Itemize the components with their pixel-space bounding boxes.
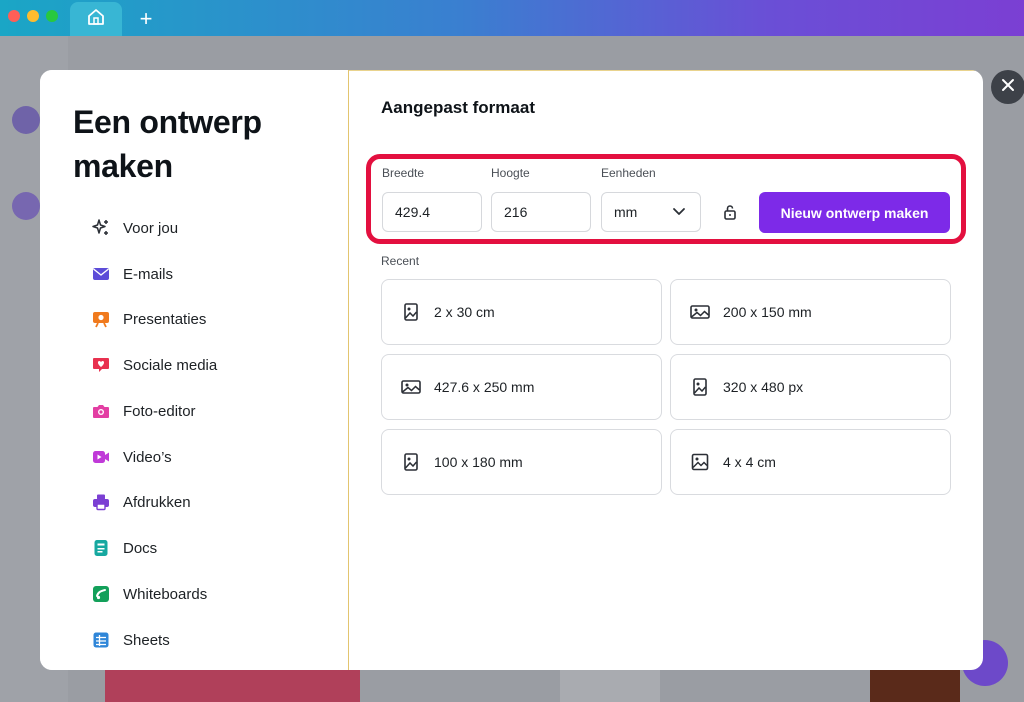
height-input[interactable]: 216 [491,192,591,232]
nav-item-sociale-media[interactable]: Sociale media [90,350,290,380]
whiteboard-icon [90,583,112,605]
background-thumbnail [560,666,660,702]
recent-label: Recent [381,254,420,268]
landscape-image-icon [689,301,711,323]
recent-size-label: 4 x 4 cm [723,454,776,470]
nav-item-videos[interactable]: Video’s [90,442,290,472]
nav-label: Afdrukken [123,493,191,511]
video-icon [90,446,112,468]
close-window-button[interactable] [8,10,20,22]
width-label: Breedte [382,166,425,180]
close-icon [1001,78,1015,97]
landscape-image-icon [400,376,422,398]
background-avatar [12,106,40,134]
nav-item-sheets[interactable]: Sheets [90,625,290,655]
modal-title: Een ontwerp maken [73,104,262,184]
nav-label: Voor jou [123,219,179,237]
recent-size-label: 100 x 180 mm [434,454,523,470]
sparkles-icon [90,217,112,239]
square-image-icon [689,451,711,473]
minimize-window-button[interactable] [27,10,39,22]
presentation-icon [90,308,112,330]
recent-size-card[interactable]: 427.6 x 250 mm [381,354,662,420]
nav-item-presentaties[interactable]: Presentaties [90,304,290,334]
nav-item-docs[interactable]: Docs [90,533,290,563]
nav-label: Sheets [123,631,170,649]
recent-size-label: 200 x 150 mm [723,304,812,320]
tab-home[interactable] [70,2,122,36]
custom-size-panel: Aangepast formaat Breedte Hoogte Eenhede… [349,70,983,670]
window-titlebar: + [0,0,1024,36]
nav-item-e-mails[interactable]: E-mails [90,259,290,289]
recent-size-label: 427.6 x 250 mm [434,379,535,395]
create-design-button[interactable]: Nieuw ontwerp maken [759,192,950,233]
new-tab-button[interactable]: + [132,5,160,33]
recent-size-card[interactable]: 320 x 480 px [670,354,951,420]
background-thumbnail [105,666,360,702]
nav-item-whiteboards[interactable]: Whiteboards [90,579,290,609]
portrait-image-icon [400,451,422,473]
recent-size-card[interactable]: 4 x 4 cm [670,429,951,495]
mail-icon [90,263,112,285]
nav-label: Presentaties [123,310,207,328]
recent-size-label: 2 x 30 cm [434,304,495,320]
nav-item-foto-editor[interactable]: Foto-editor [90,396,290,426]
portrait-image-icon [689,376,711,398]
recent-size-label: 320 x 480 px [723,379,804,395]
recent-size-card[interactable]: 100 x 180 mm [381,429,662,495]
heart-message-icon [90,354,112,376]
nav-item-voor-jou[interactable]: Voor jou [90,213,290,243]
nav-label: Whiteboards [123,585,208,603]
chevron-down-icon [672,204,686,221]
nav-label: Docs [123,539,158,557]
unlock-icon[interactable] [720,202,740,222]
modal-sidebar: Een ontwerp maken Voor jou E-mails Prese… [40,70,348,670]
printer-icon [90,491,112,513]
height-label: Hoogte [491,166,530,180]
width-input[interactable]: 429.4 [382,192,482,232]
nav-label: E-mails [123,265,174,283]
nav-item-afdrukken[interactable]: Afdrukken [90,487,290,517]
home-icon [86,7,106,32]
recent-size-card[interactable]: 2 x 30 cm [381,279,662,345]
background-thumbnail [870,666,960,702]
close-modal-button[interactable] [991,70,1024,104]
nav-label: Foto-editor [123,402,196,420]
nav-label: Video’s [123,448,172,466]
units-select[interactable]: mm [601,192,701,232]
create-design-modal: Een ontwerp maken Voor jou E-mails Prese… [40,70,983,670]
units-label: Eenheden [601,166,656,180]
nav-label: Sociale media [123,356,218,374]
camera-icon [90,400,112,422]
sheet-icon [90,629,112,651]
portrait-image-icon [400,301,422,323]
height-value: 216 [504,204,528,220]
width-value: 429.4 [395,204,431,220]
recent-size-card[interactable]: 200 x 150 mm [670,279,951,345]
units-value: mm [614,204,638,220]
section-title: Aangepast formaat [381,98,535,117]
background-icon [12,192,40,220]
doc-icon [90,537,112,559]
maximize-window-button[interactable] [46,10,58,22]
